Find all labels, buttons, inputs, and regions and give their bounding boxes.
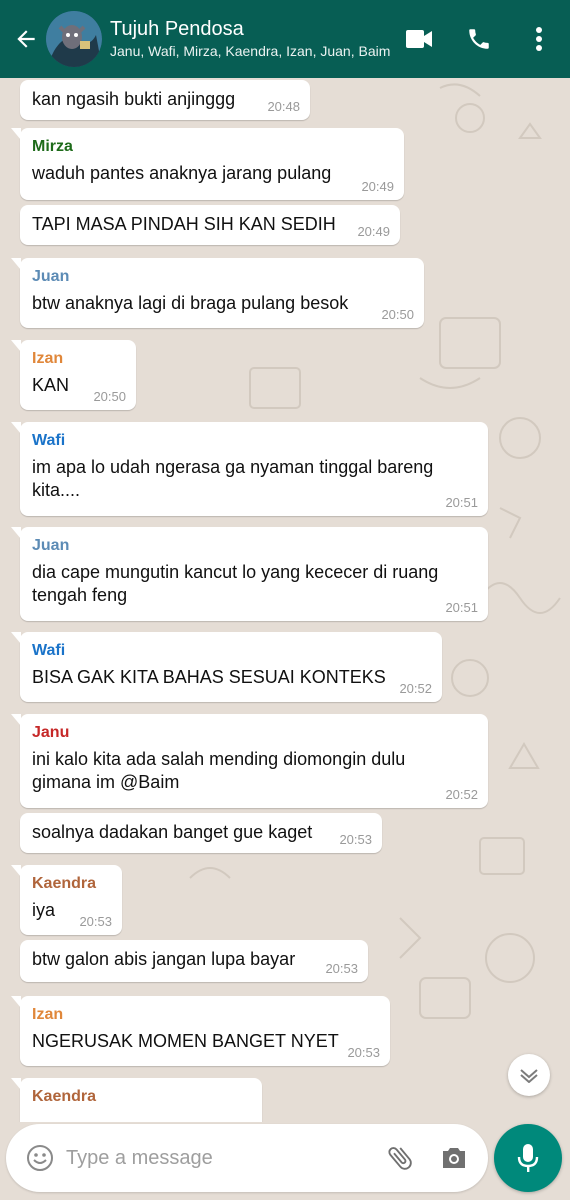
sender-name[interactable]: Janu: [32, 722, 476, 744]
message-time: 20:53: [79, 914, 112, 929]
message-bubble[interactable]: Juan dia cape mungutin kancut lo yang ke…: [11, 527, 488, 621]
sender-name[interactable]: Kaendra: [32, 873, 110, 895]
back-arrow-icon[interactable]: [6, 19, 46, 59]
message-bubble[interactable]: Wafi im apa lo udah ngerasa ga nyaman ti…: [11, 422, 488, 516]
message-text: im apa lo udah ngerasa ga nyaman tinggal…: [32, 457, 434, 500]
message-time: 20:51: [445, 495, 478, 510]
sender-name[interactable]: Juan: [32, 266, 412, 288]
video-call-icon[interactable]: [402, 22, 436, 56]
message-bubble[interactable]: kan ngasih bukti anjinggg 20:48: [20, 80, 310, 120]
camera-icon[interactable]: [436, 1140, 472, 1176]
chat-area[interactable]: kan ngasih bukti anjinggg 20:48 Mirza wa…: [0, 78, 570, 1122]
group-avatar[interactable]: [46, 11, 102, 67]
message-bubble[interactable]: Juan btw anaknya lagi di braga pulang be…: [11, 258, 424, 328]
message-text: NGERUSAK MOMEN BANGET NYET: [32, 1031, 339, 1051]
voice-call-icon[interactable]: [462, 22, 496, 56]
message-time: 20:52: [445, 787, 478, 802]
message-time: 20:52: [399, 681, 432, 696]
message-time: 20:51: [445, 600, 478, 615]
message-time: 20:50: [93, 389, 126, 404]
scroll-down-icon[interactable]: [508, 1054, 550, 1096]
message-bubble[interactable]: TAPI MASA PINDAH SIH KAN SEDIH 20:49: [20, 205, 400, 245]
message-time: 20:49: [357, 224, 390, 239]
attach-icon[interactable]: [382, 1140, 418, 1176]
message-bubble[interactable]: Wafi BISA GAK KITA BAHAS SESUAI KONTEKS …: [11, 632, 442, 702]
message-text: TAPI MASA PINDAH SIH KAN SEDIH: [32, 214, 336, 234]
sender-name[interactable]: Mirza: [32, 136, 392, 158]
sender-name[interactable]: Izan: [32, 348, 124, 370]
message-time: 20:53: [347, 1045, 380, 1060]
message-text: btw anaknya lagi di braga pulang besok: [32, 293, 349, 313]
more-vert-icon[interactable]: [522, 22, 556, 56]
message-time: 20:53: [325, 961, 358, 976]
message-text: ini kalo kita ada salah mending diomongi…: [32, 749, 406, 792]
sender-name[interactable]: Kaendra: [32, 1086, 250, 1108]
chat-titles[interactable]: Tujuh Pendosa Janu, Wafi, Mirza, Kaendra…: [110, 17, 402, 61]
message-text: waduh pantes anaknya jarang pulang: [32, 163, 332, 183]
sender-name[interactable]: Wafi: [32, 640, 430, 662]
message-bubble[interactable]: Kaendra iya 20:53: [11, 865, 122, 935]
message-time: 20:50: [381, 307, 414, 322]
message-bubble[interactable]: soalnya dadakan banget gue kaget 20:53: [20, 813, 382, 853]
message-time: 20:53: [339, 832, 372, 847]
message-text: soalnya dadakan banget gue kaget: [32, 822, 313, 842]
message-text: kan ngasih bukti anjinggg: [32, 89, 236, 109]
message-time: 20:49: [361, 179, 394, 194]
sender-name[interactable]: Juan: [32, 535, 476, 557]
sender-name[interactable]: Wafi: [32, 430, 476, 452]
message-input-bar[interactable]: Type a message: [6, 1124, 488, 1192]
sender-name[interactable]: Izan: [32, 1004, 378, 1026]
mic-icon[interactable]: [494, 1124, 562, 1192]
message-input[interactable]: Type a message: [66, 1147, 382, 1170]
group-name: Tujuh Pendosa: [110, 18, 244, 40]
message-bubble[interactable]: btw galon abis jangan lupa bayar 20:53: [20, 940, 368, 982]
message-bubble[interactable]: Kaendra: [11, 1078, 262, 1122]
message-text: btw galon abis jangan lupa bayar: [32, 949, 296, 969]
message-text: dia cape mungutin kancut lo yang kececer…: [32, 562, 439, 605]
message-bubble[interactable]: Mirza waduh pantes anaknya jarang pulang…: [11, 128, 404, 200]
chat-header: Tujuh Pendosa Janu, Wafi, Mirza, Kaendra…: [0, 0, 570, 78]
message-bubble[interactable]: Izan KAN 20:50: [11, 340, 136, 410]
group-members: Janu, Wafi, Mirza, Kaendra, Izan, Juan, …: [110, 43, 391, 59]
message-time: 20:48: [267, 99, 300, 114]
message-bubble[interactable]: Izan NGERUSAK MOMEN BANGET NYET 20:53: [11, 996, 390, 1066]
emoji-icon[interactable]: [22, 1140, 58, 1176]
message-text: BISA GAK KITA BAHAS SESUAI KONTEKS: [32, 667, 386, 687]
message-bubble[interactable]: Janu ini kalo kita ada salah mending dio…: [11, 714, 488, 808]
